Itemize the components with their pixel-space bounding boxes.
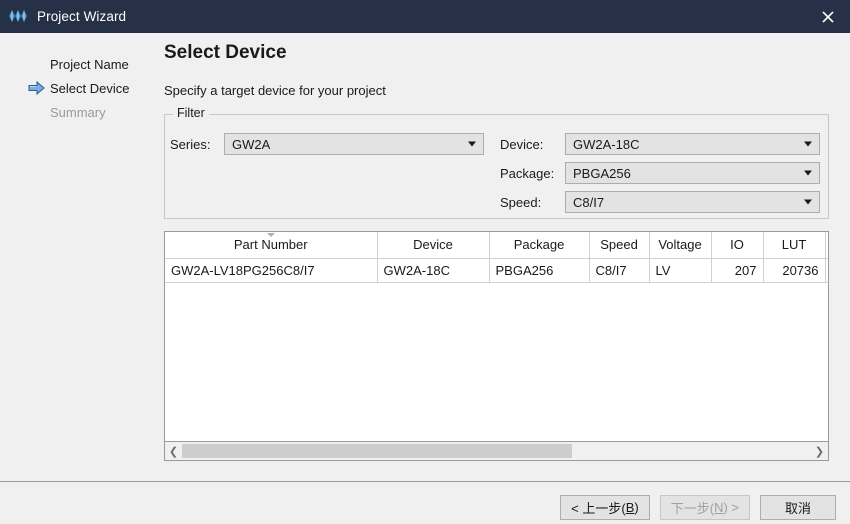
device-table-header-row: Part Number Device Package Speed Voltage IO LU… (165, 232, 828, 259)
series-select[interactable]: GW2A (224, 133, 484, 155)
device-label: Device: (500, 136, 544, 152)
series-value: GW2A (232, 136, 271, 152)
sidebar-item-summary[interactable]: Summary (0, 100, 160, 124)
speed-select[interactable]: C8/I7 (565, 191, 820, 213)
chevron-right-icon[interactable]: ❯ (811, 443, 828, 460)
cell-lut: 20736 (763, 258, 826, 282)
series-label: Series: (170, 136, 211, 152)
back-button-post: ) (634, 500, 639, 515)
next-button-post: ) > (723, 500, 739, 515)
chevron-left-icon[interactable]: ❮ (165, 443, 182, 460)
window-title: Project Wizard (37, 9, 127, 24)
cancel-button-label: 取消 (784, 501, 811, 516)
device-field-row: Device: GW2A-18C (500, 133, 820, 155)
arrow-right-icon (28, 81, 45, 95)
package-field-row: Package: PBGA256 (500, 162, 820, 184)
column-header-device[interactable]: Device (377, 232, 490, 259)
back-button[interactable]: < 上一步(B) (560, 495, 650, 520)
cancel-button[interactable]: 取消 (760, 495, 836, 520)
horizontal-scrollbar[interactable]: ❮ ❯ (165, 441, 828, 460)
sidebar-item-label: Project Name (50, 56, 129, 72)
column-header-package[interactable]: Package (489, 232, 590, 259)
column-header-ff[interactable]: FF (825, 232, 828, 259)
scrollbar-track[interactable] (182, 442, 811, 460)
wizard-steps: Project Name Select Device Summary (0, 52, 160, 124)
cell-package: PBGA256 (489, 258, 590, 282)
next-button-pre: 下一步( (670, 501, 715, 516)
chevron-down-icon (804, 199, 812, 205)
cell-voltage: LV (649, 258, 712, 282)
gowin-diamond-logo-icon (9, 9, 27, 22)
speed-label: Speed: (500, 194, 542, 210)
cell-device: GW2A-18C (377, 258, 490, 282)
column-header-speed[interactable]: Speed (589, 232, 650, 259)
page-title: Select Device (164, 42, 287, 63)
cell-io: 207 (711, 258, 764, 282)
footer-separator (0, 481, 850, 482)
back-button-mnemonic: B (625, 500, 635, 515)
sidebar-item-label: Summary (50, 104, 106, 120)
package-select[interactable]: PBGA256 (565, 162, 820, 184)
footer-buttons: < 上一步(B) 下一步(N) > 取消 (560, 495, 836, 520)
package-value: PBGA256 (573, 165, 631, 181)
chevron-down-icon (804, 141, 812, 147)
sidebar-item-select-device[interactable]: Select Device (0, 76, 160, 100)
next-button-mnemonic: N (714, 500, 724, 515)
speed-field-row: Speed: C8/I7 (500, 191, 820, 213)
speed-value: C8/I7 (573, 194, 605, 210)
cell-ff: 1555 (825, 258, 828, 282)
project-wizard-dialog: Project Wizard Project Name Select Devic… (0, 0, 850, 524)
next-button[interactable]: 下一步(N) > (659, 495, 750, 520)
sidebar-item-label: Select Device (50, 80, 130, 96)
column-header-part-number[interactable]: Part Number (165, 232, 378, 259)
cell-speed: C8/I7 (589, 258, 650, 282)
series-field-row: Series: GW2A (170, 133, 484, 155)
device-select[interactable]: GW2A-18C (565, 133, 820, 155)
device-value: GW2A-18C (573, 136, 640, 152)
scrollbar-thumb[interactable] (182, 443, 572, 458)
cell-part-number: GW2A-LV18PG256C8/I7 (165, 258, 378, 282)
filter-group-label: Filter (173, 106, 209, 120)
column-header-io[interactable]: IO (711, 232, 764, 259)
column-header-voltage[interactable]: Voltage (649, 232, 712, 259)
device-table-panel: Part Number Device Package Speed Voltage IO LU… (164, 231, 829, 461)
table-row[interactable]: GW2A-LV18PG256C8/I7 GW2A-18C PBGA256 C8/I7 L… (165, 258, 828, 282)
chevron-down-icon (468, 141, 476, 147)
column-header-lut[interactable]: LUT (763, 232, 826, 259)
close-glyph (822, 10, 834, 23)
sidebar-item-project-name[interactable]: Project Name (0, 52, 160, 76)
title-bar: Project Wizard (0, 0, 850, 33)
package-label: Package: (500, 165, 555, 181)
device-table-viewport: Part Number Device Package Speed Voltage IO LU… (165, 232, 828, 442)
close-icon[interactable] (806, 0, 850, 33)
device-table: Part Number Device Package Speed Voltage IO LU… (165, 232, 828, 283)
page-subtitle: Specify a target device for your project (164, 83, 386, 98)
chevron-down-icon (804, 170, 812, 176)
back-button-pre: < 上一步( (571, 501, 626, 516)
device-table-body: GW2A-LV18PG256C8/I7 GW2A-18C PBGA256 C8/I7 L… (165, 258, 828, 282)
